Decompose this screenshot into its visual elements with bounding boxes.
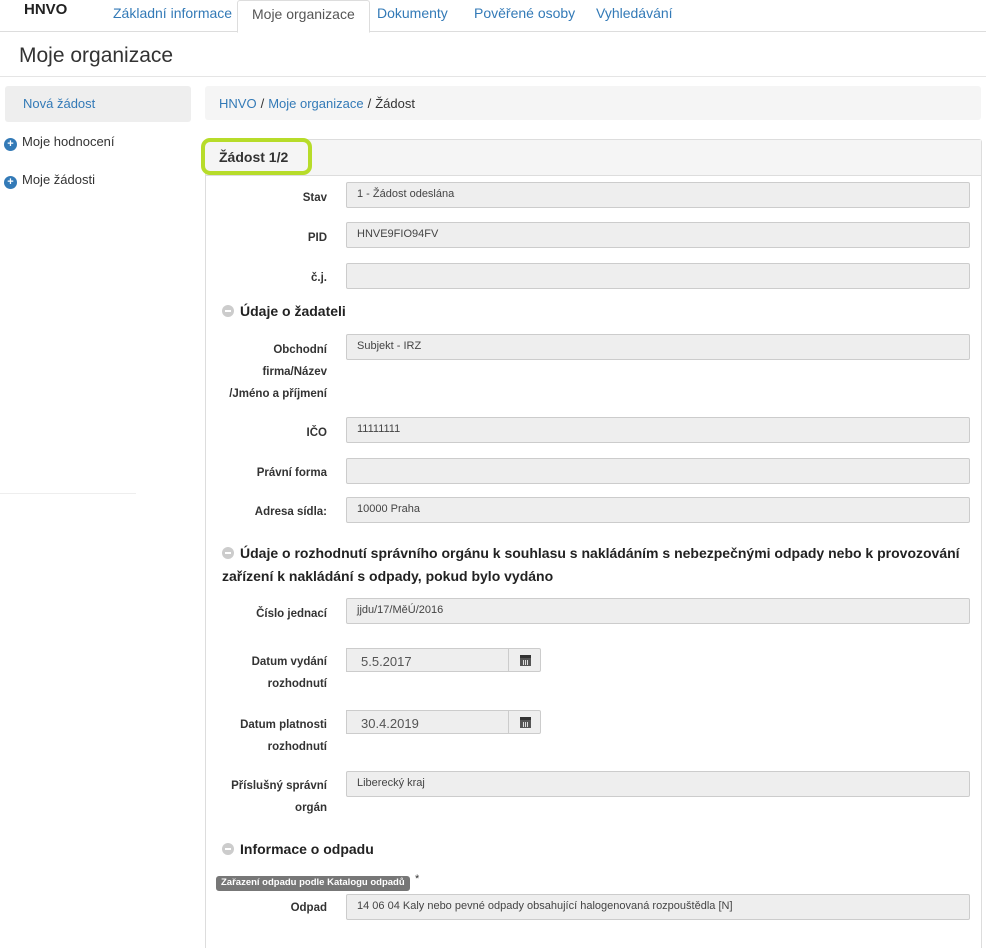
tab-poverene-osoby[interactable]: Pověřené osoby [474, 5, 575, 21]
sidebar-item-moje-hodnoceni[interactable]: + Moje hodnocení [4, 134, 115, 151]
required-mark: * [415, 873, 420, 885]
panel-header [206, 140, 981, 176]
datum-vydani-calendar-button[interactable] [508, 648, 541, 672]
panel-title: Žádost 1/2 [201, 138, 312, 175]
adresa-field[interactable]: 10000 Praha [346, 497, 970, 523]
brand-logo[interactable]: HNVO [24, 1, 67, 18]
odpad-field[interactable]: 14 06 04 Kaly nebo pevné odpady obsahují… [346, 894, 970, 920]
label-adresa: Adresa sídla: [254, 506, 327, 518]
calendar-icon [520, 655, 531, 666]
section-title: Informace o odpadu [240, 841, 374, 857]
tab-moje-organizace[interactable]: Moje organizace [237, 0, 370, 33]
datum-platnosti-calendar-button[interactable] [508, 710, 541, 734]
section-title: Údaje o žadateli [240, 303, 346, 319]
breadcrumb-separator: / [260, 96, 265, 111]
label-line: rozhodnutí [267, 678, 327, 690]
section-title-continued: zařízení k nakládání s odpady, pokud byl… [222, 568, 554, 584]
stav-field[interactable]: 1 - Žádost odeslána [346, 182, 970, 208]
collapse-icon[interactable] [222, 843, 234, 855]
cislo-jednaci-field[interactable]: jjdu/17/MěÚ/2016 [346, 598, 970, 624]
breadcrumb-separator: / [367, 96, 372, 111]
label-datum-vydani: Datum vydání rozhodnutí [252, 651, 327, 695]
label-line: rozhodnutí [267, 741, 327, 753]
breadcrumb-link-moje-organizace[interactable]: Moje organizace [268, 96, 363, 111]
label-ico: IČO [306, 427, 327, 439]
label-obchodni-firma: Obchodní firma/Název /Jméno a příjmení [229, 339, 327, 405]
sidebar-item-moje-zadosti[interactable]: + Moje žádosti [4, 172, 95, 189]
katalog-badge: Zařazení odpadu podle Katalogu odpadů [216, 876, 410, 891]
breadcrumb-link-hnvo[interactable]: HNVO [219, 96, 257, 111]
label-spravni-organ: Příslušný správní orgán [231, 775, 327, 819]
sidebar-item-nova-zadost[interactable]: Nová žádost [5, 86, 191, 122]
pravni-forma-field[interactable] [346, 458, 970, 484]
breadcrumb: HNVO / Moje organizace / Žádost [205, 86, 981, 120]
label-line: Obchodní [273, 344, 327, 356]
label-cislo-jednaci: Číslo jednací [256, 608, 327, 620]
sidebar-item-label: Moje žádosti [22, 172, 95, 187]
tab-zakladni-informace[interactable]: Základní informace [113, 5, 232, 21]
ico-field[interactable]: 11111111 [346, 417, 970, 443]
calendar-icon [520, 717, 531, 728]
label-line: Datum vydání [251, 656, 327, 668]
datum-vydani-input[interactable]: 5.5.2017 [346, 648, 508, 672]
section-odpad[interactable]: Informace o odpadu [222, 838, 374, 861]
plus-circle-icon: + [4, 138, 17, 151]
label-pravni-forma: Právní forma [256, 467, 327, 479]
cj-field[interactable] [346, 263, 970, 289]
top-navigation: HNVO Základní informace Moje organizace … [0, 0, 986, 33]
label-cj: č.j. [311, 272, 327, 284]
collapse-icon[interactable] [222, 547, 234, 559]
page-title: Moje organizace [19, 44, 174, 67]
label-datum-platnosti: Datum platnosti rozhodnutí [240, 714, 327, 758]
pid-field[interactable]: HNVE9FIO94FV [346, 222, 970, 248]
section-zadatel[interactable]: Údaje o žadateli [222, 300, 346, 323]
datum-platnosti-input[interactable]: 30.4.2019 [346, 710, 508, 734]
label-line: Příslušný správní [231, 780, 327, 792]
label-pid: PID [307, 232, 327, 244]
label-line: /Jméno a příjmení [229, 388, 327, 400]
sidebar-divider [0, 493, 136, 494]
label-line: Datum platnosti [240, 719, 327, 731]
title-divider [0, 76, 986, 77]
label-stav: Stav [302, 192, 327, 204]
plus-circle-icon: + [4, 176, 17, 189]
section-title: Údaje o rozhodnutí správního orgánu k so… [240, 545, 960, 561]
breadcrumb-current: Žádost [375, 96, 415, 111]
label-line: orgán [295, 802, 327, 814]
obchodni-firma-field[interactable]: Subjekt - IRZ [346, 334, 970, 360]
spravni-organ-field[interactable]: Liberecký kraj [346, 771, 970, 797]
tab-vyhledavani[interactable]: Vyhledávání [596, 5, 673, 21]
label-line: firma/Název [262, 366, 327, 378]
tab-dokumenty[interactable]: Dokumenty [377, 5, 448, 21]
sidebar-item-label: Nová žádost [23, 96, 96, 111]
label-odpad: Odpad [290, 902, 327, 914]
sidebar-item-label: Moje hodnocení [22, 134, 115, 149]
section-rozhodnuti[interactable]: Údaje o rozhodnutí správního orgánu k so… [222, 542, 960, 588]
collapse-icon[interactable] [222, 305, 234, 317]
